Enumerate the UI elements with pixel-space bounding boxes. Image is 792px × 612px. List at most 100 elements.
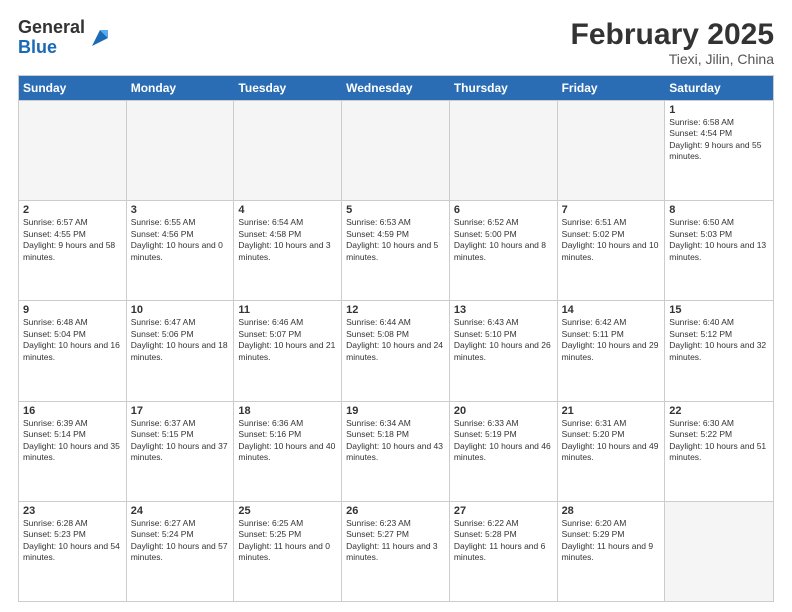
calendar-cell: 19Sunrise: 6:34 AM Sunset: 5:18 PM Dayli… [342, 402, 450, 501]
day-number: 27 [454, 505, 553, 517]
day-info: Sunrise: 6:33 AM Sunset: 5:19 PM Dayligh… [454, 418, 553, 464]
day-info: Sunrise: 6:57 AM Sunset: 4:55 PM Dayligh… [23, 217, 122, 263]
weekday-header: Friday [558, 76, 666, 100]
calendar-cell: 27Sunrise: 6:22 AM Sunset: 5:28 PM Dayli… [450, 502, 558, 601]
calendar-cell: 3Sunrise: 6:55 AM Sunset: 4:56 PM Daylig… [127, 201, 235, 300]
calendar-cell [342, 101, 450, 200]
calendar-header: SundayMondayTuesdayWednesdayThursdayFrid… [19, 76, 773, 100]
calendar-cell: 9Sunrise: 6:48 AM Sunset: 5:04 PM Daylig… [19, 301, 127, 400]
day-info: Sunrise: 6:31 AM Sunset: 5:20 PM Dayligh… [562, 418, 661, 464]
calendar-row: 23Sunrise: 6:28 AM Sunset: 5:23 PM Dayli… [19, 501, 773, 601]
day-number: 15 [669, 304, 769, 316]
calendar-cell: 10Sunrise: 6:47 AM Sunset: 5:06 PM Dayli… [127, 301, 235, 400]
calendar-cell: 2Sunrise: 6:57 AM Sunset: 4:55 PM Daylig… [19, 201, 127, 300]
calendar-cell: 4Sunrise: 6:54 AM Sunset: 4:58 PM Daylig… [234, 201, 342, 300]
calendar-cell: 22Sunrise: 6:30 AM Sunset: 5:22 PM Dayli… [665, 402, 773, 501]
calendar-cell: 28Sunrise: 6:20 AM Sunset: 5:29 PM Dayli… [558, 502, 666, 601]
day-info: Sunrise: 6:58 AM Sunset: 4:54 PM Dayligh… [669, 117, 769, 163]
day-number: 28 [562, 505, 661, 517]
day-number: 21 [562, 405, 661, 417]
calendar-cell: 18Sunrise: 6:36 AM Sunset: 5:16 PM Dayli… [234, 402, 342, 501]
calendar-cell: 14Sunrise: 6:42 AM Sunset: 5:11 PM Dayli… [558, 301, 666, 400]
calendar-cell: 25Sunrise: 6:25 AM Sunset: 5:25 PM Dayli… [234, 502, 342, 601]
calendar-cell [19, 101, 127, 200]
calendar-cell [234, 101, 342, 200]
calendar-cell: 23Sunrise: 6:28 AM Sunset: 5:23 PM Dayli… [19, 502, 127, 601]
day-number: 5 [346, 204, 445, 216]
day-info: Sunrise: 6:55 AM Sunset: 4:56 PM Dayligh… [131, 217, 230, 263]
day-info: Sunrise: 6:34 AM Sunset: 5:18 PM Dayligh… [346, 418, 445, 464]
page: General Blue February 2025 Tiexi, Jilin,… [0, 0, 792, 612]
calendar-cell [558, 101, 666, 200]
day-number: 23 [23, 505, 122, 517]
day-info: Sunrise: 6:43 AM Sunset: 5:10 PM Dayligh… [454, 317, 553, 363]
day-info: Sunrise: 6:53 AM Sunset: 4:59 PM Dayligh… [346, 217, 445, 263]
day-number: 22 [669, 405, 769, 417]
day-info: Sunrise: 6:52 AM Sunset: 5:00 PM Dayligh… [454, 217, 553, 263]
day-number: 19 [346, 405, 445, 417]
calendar-row: 1Sunrise: 6:58 AM Sunset: 4:54 PM Daylig… [19, 100, 773, 200]
day-number: 3 [131, 204, 230, 216]
day-info: Sunrise: 6:44 AM Sunset: 5:08 PM Dayligh… [346, 317, 445, 363]
calendar: SundayMondayTuesdayWednesdayThursdayFrid… [18, 75, 774, 602]
day-info: Sunrise: 6:42 AM Sunset: 5:11 PM Dayligh… [562, 317, 661, 363]
day-number: 2 [23, 204, 122, 216]
calendar-cell [450, 101, 558, 200]
day-number: 18 [238, 405, 337, 417]
month-title: February 2025 [571, 18, 774, 51]
day-info: Sunrise: 6:51 AM Sunset: 5:02 PM Dayligh… [562, 217, 661, 263]
calendar-cell: 12Sunrise: 6:44 AM Sunset: 5:08 PM Dayli… [342, 301, 450, 400]
calendar-cell [665, 502, 773, 601]
calendar-cell: 20Sunrise: 6:33 AM Sunset: 5:19 PM Dayli… [450, 402, 558, 501]
weekday-header: Tuesday [234, 76, 342, 100]
day-info: Sunrise: 6:46 AM Sunset: 5:07 PM Dayligh… [238, 317, 337, 363]
day-number: 6 [454, 204, 553, 216]
calendar-cell: 24Sunrise: 6:27 AM Sunset: 5:24 PM Dayli… [127, 502, 235, 601]
day-info: Sunrise: 6:54 AM Sunset: 4:58 PM Dayligh… [238, 217, 337, 263]
day-info: Sunrise: 6:50 AM Sunset: 5:03 PM Dayligh… [669, 217, 769, 263]
logo-icon [88, 26, 112, 50]
calendar-cell: 5Sunrise: 6:53 AM Sunset: 4:59 PM Daylig… [342, 201, 450, 300]
weekday-header: Saturday [665, 76, 773, 100]
day-info: Sunrise: 6:20 AM Sunset: 5:29 PM Dayligh… [562, 518, 661, 564]
day-info: Sunrise: 6:30 AM Sunset: 5:22 PM Dayligh… [669, 418, 769, 464]
calendar-cell [127, 101, 235, 200]
day-number: 7 [562, 204, 661, 216]
calendar-cell: 13Sunrise: 6:43 AM Sunset: 5:10 PM Dayli… [450, 301, 558, 400]
logo-text: General Blue [18, 18, 85, 58]
day-number: 11 [238, 304, 337, 316]
logo-blue: Blue [18, 37, 57, 57]
day-info: Sunrise: 6:28 AM Sunset: 5:23 PM Dayligh… [23, 518, 122, 564]
day-info: Sunrise: 6:36 AM Sunset: 5:16 PM Dayligh… [238, 418, 337, 464]
calendar-body: 1Sunrise: 6:58 AM Sunset: 4:54 PM Daylig… [19, 100, 773, 601]
calendar-cell: 1Sunrise: 6:58 AM Sunset: 4:54 PM Daylig… [665, 101, 773, 200]
day-number: 9 [23, 304, 122, 316]
day-number: 17 [131, 405, 230, 417]
location: Tiexi, Jilin, China [571, 51, 774, 67]
calendar-cell: 8Sunrise: 6:50 AM Sunset: 5:03 PM Daylig… [665, 201, 773, 300]
day-info: Sunrise: 6:47 AM Sunset: 5:06 PM Dayligh… [131, 317, 230, 363]
day-number: 10 [131, 304, 230, 316]
day-number: 1 [669, 104, 769, 116]
header: General Blue February 2025 Tiexi, Jilin,… [18, 18, 774, 67]
day-info: Sunrise: 6:27 AM Sunset: 5:24 PM Dayligh… [131, 518, 230, 564]
day-info: Sunrise: 6:48 AM Sunset: 5:04 PM Dayligh… [23, 317, 122, 363]
weekday-header: Wednesday [342, 76, 450, 100]
day-info: Sunrise: 6:22 AM Sunset: 5:28 PM Dayligh… [454, 518, 553, 564]
day-number: 8 [669, 204, 769, 216]
weekday-header: Thursday [450, 76, 558, 100]
day-number: 16 [23, 405, 122, 417]
day-info: Sunrise: 6:39 AM Sunset: 5:14 PM Dayligh… [23, 418, 122, 464]
calendar-cell: 11Sunrise: 6:46 AM Sunset: 5:07 PM Dayli… [234, 301, 342, 400]
calendar-cell: 7Sunrise: 6:51 AM Sunset: 5:02 PM Daylig… [558, 201, 666, 300]
day-info: Sunrise: 6:37 AM Sunset: 5:15 PM Dayligh… [131, 418, 230, 464]
calendar-cell: 15Sunrise: 6:40 AM Sunset: 5:12 PM Dayli… [665, 301, 773, 400]
calendar-cell: 16Sunrise: 6:39 AM Sunset: 5:14 PM Dayli… [19, 402, 127, 501]
day-number: 12 [346, 304, 445, 316]
calendar-cell: 17Sunrise: 6:37 AM Sunset: 5:15 PM Dayli… [127, 402, 235, 501]
calendar-row: 2Sunrise: 6:57 AM Sunset: 4:55 PM Daylig… [19, 200, 773, 300]
logo: General Blue [18, 18, 112, 58]
day-number: 20 [454, 405, 553, 417]
weekday-header: Monday [127, 76, 235, 100]
title-block: February 2025 Tiexi, Jilin, China [571, 18, 774, 67]
